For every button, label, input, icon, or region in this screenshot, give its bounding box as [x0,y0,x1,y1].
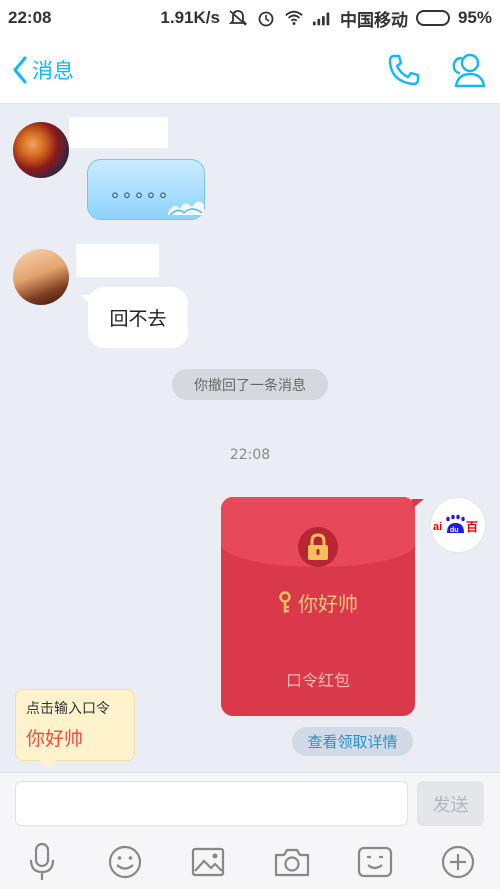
phone-icon[interactable] [386,52,422,88]
red-packet-message: 你好帅 [298,592,358,616]
sticker-button[interactable] [355,842,395,882]
svg-text:du: du [450,527,459,534]
smiley-icon [108,845,142,879]
back-label: 消息 [32,58,74,83]
sender-name-mask [69,117,168,148]
mute-bell-icon [228,10,248,26]
sender-avatar[interactable] [13,249,69,305]
lock-icon [298,527,338,567]
svg-text:百: 百 [466,520,478,534]
network-speed: 1.91K/s [160,8,220,27]
camera-button[interactable] [272,842,312,882]
svg-text:ai: ai [433,521,442,533]
input-bar: 发送 [0,772,500,889]
back-button[interactable]: 消息 [12,55,74,85]
red-packet-title: 口令红包 [285,671,350,690]
sender-name-mask [76,244,159,277]
message-bubble[interactable]: 。。。。。 [87,159,205,220]
more-button[interactable] [438,842,478,882]
send-button[interactable]: 发送 [417,781,484,826]
sender-avatar[interactable] [13,122,69,178]
sticker-face-icon [357,846,393,878]
wifi-icon [285,10,303,25]
header-actions [386,50,488,90]
bubble-tail [412,499,424,509]
image-button[interactable] [188,842,228,882]
status-bar: 22:08 1.91K/s 中国移动 95% [0,0,500,36]
wave-decoration-icon [168,201,204,216]
red-packet-message-row: 你好帅 [221,588,415,617]
group-profile-icon[interactable] [448,50,488,90]
message-text: 回不去 [109,308,167,330]
recall-notice: 你撤回了一条消息 [172,369,328,400]
password-hint-value: 你好帅 [26,728,84,750]
camera-icon [274,848,309,877]
battery-percent: 95% [457,8,492,27]
voice-button[interactable] [22,842,62,882]
message-input[interactable] [15,781,408,826]
password-hint-popup[interactable]: 点击输入口令 你好帅 [15,689,135,769]
signal-icon [312,12,330,26]
baidu-avatar[interactable]: ai du 百 [430,497,486,553]
input-toolbar [0,839,500,885]
red-packet-card[interactable]: 你好帅 口令红包 [221,497,415,716]
status-time: 22:08 [8,8,52,27]
battery-icon [415,10,450,26]
chat-header: 消息 [0,36,500,104]
baidu-logo-icon: ai du 百 [433,514,478,534]
message-bubble[interactable]: 回不去 [80,287,188,348]
emoji-button[interactable] [105,842,145,882]
password-hint-label: 点击输入口令 [26,701,110,717]
view-claim-details-button[interactable]: 查看领取详情 [292,727,413,756]
status-right: 1.91K/s 中国移动 95% [160,6,492,31]
carrier-name: 中国移动 [339,10,408,30]
key-icon [279,590,291,613]
alarm-icon [258,11,274,27]
microphone-icon [29,842,54,880]
message-timestamp: 22:08 [229,447,271,463]
plus-circle-icon [442,845,475,879]
image-icon [192,847,225,877]
chevron-left-icon [13,56,27,83]
